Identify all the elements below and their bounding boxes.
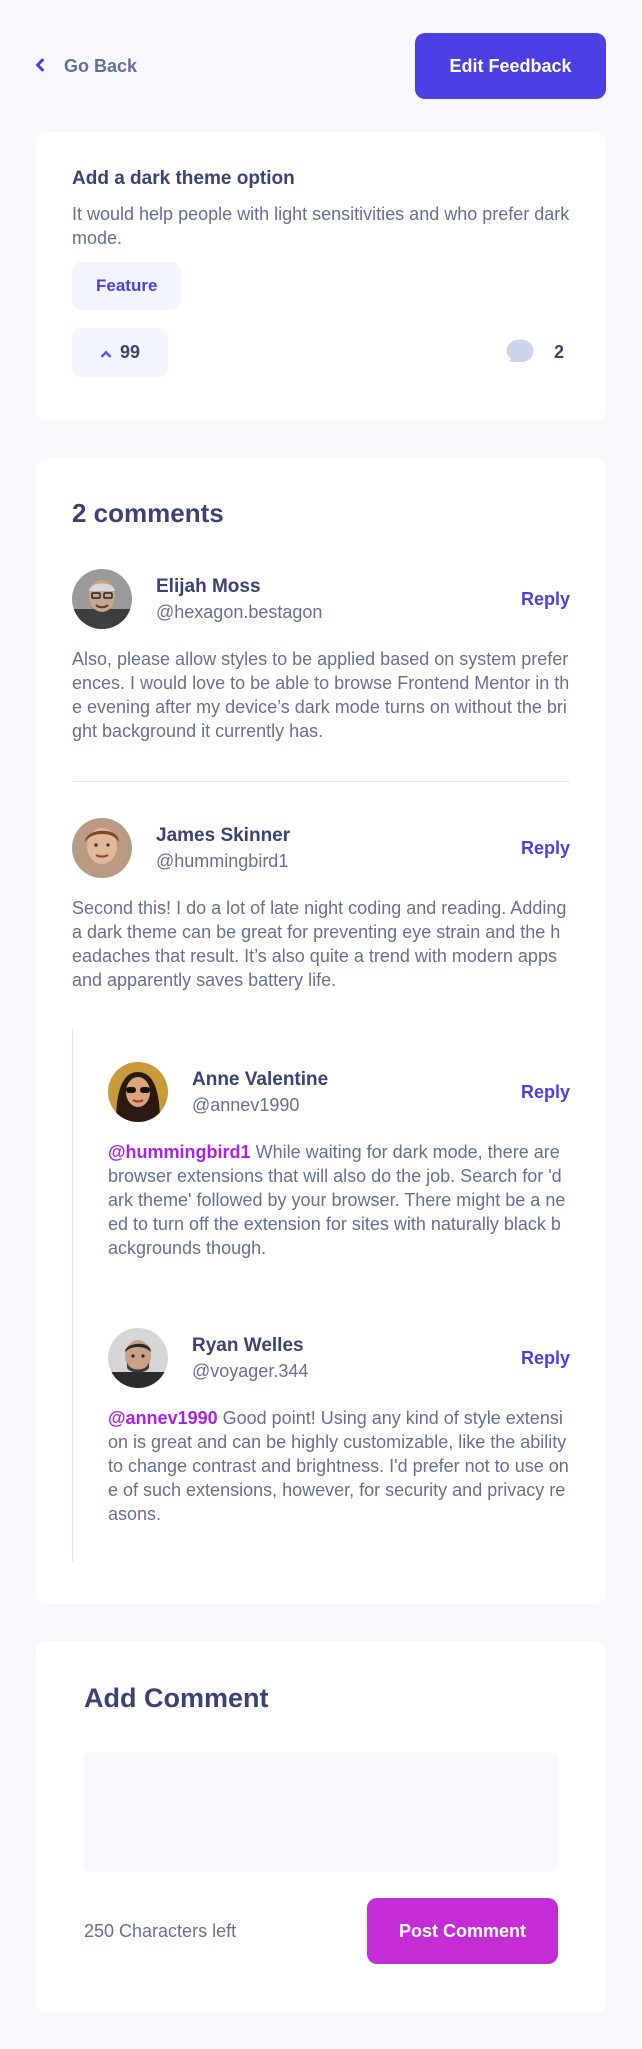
author-username: @hummingbird1 [156, 850, 289, 871]
avatar [72, 569, 132, 629]
mention[interactable]: @annev1990 [108, 1408, 218, 1428]
go-back-label: Go Back [64, 55, 138, 76]
comment-header: James Skinner @hummingbird1 Reply [72, 818, 570, 878]
replies-thread: Anne Valentine @annev1990 Reply @humming… [72, 1028, 570, 1562]
author-name: Ryan Welles [192, 1334, 304, 1356]
feedback-description: It would help people with light sensitiv… [72, 204, 570, 248]
upvote-count: 99 [120, 342, 141, 362]
top-bar: Go Back Edit Feedback [35, 33, 606, 99]
reply-button[interactable]: Reply [521, 1082, 570, 1103]
comments-heading: 2 comments [72, 498, 224, 528]
add-comment-heading: Add Comment [84, 1683, 269, 1713]
comment-body: @hummingbird1 While waiting for dark mod… [108, 1140, 570, 1260]
comment: Elijah Moss @hexagon.bestagon Reply Also… [72, 569, 570, 743]
author-name: James Skinner [156, 824, 291, 846]
post-comment-button[interactable]: Post Comment [367, 1898, 558, 1964]
mention[interactable]: @hummingbird1 [108, 1142, 251, 1162]
author-username: @annev1990 [192, 1094, 300, 1115]
upvote-button[interactable]: 99 [72, 328, 169, 377]
reply-comment: Anne Valentine @annev1990 Reply @humming… [108, 1028, 570, 1260]
feedback-card: Add a dark theme option It would help pe… [36, 132, 606, 421]
avatar [72, 818, 132, 878]
comment-body: Second this! I do a lot of late night co… [72, 898, 567, 990]
divider [72, 781, 570, 782]
comment-header: Anne Valentine @annev1990 Reply [108, 1062, 570, 1122]
comment-author: Anne Valentine @annev1990 [192, 1069, 521, 1116]
category-tag[interactable]: Feature [72, 262, 182, 310]
author-username: @hexagon.bestagon [156, 601, 323, 622]
comment-header: Elijah Moss @hexagon.bestagon Reply [72, 569, 570, 629]
comment-body: @annev1990 Good point! Using any kind of… [108, 1406, 570, 1526]
comment-header: Ryan Welles @voyager.344 Reply [108, 1328, 570, 1388]
comment-count-value: 2 [553, 342, 564, 362]
comment-body: Also, please allow styles to be applied … [72, 649, 570, 741]
author-name: Anne Valentine [192, 1068, 329, 1090]
comment-author: Elijah Moss @hexagon.bestagon [156, 576, 521, 623]
comments-card: 2 comments Elijah Moss @hexagon.bestagon… [36, 458, 606, 1604]
reply-button[interactable]: Reply [521, 838, 570, 859]
go-back-link[interactable]: Go Back [35, 55, 138, 77]
comment: James Skinner @hummingbird1 Reply Second… [72, 818, 570, 1562]
avatar [108, 1328, 168, 1388]
feedback-title: Add a dark theme option [72, 168, 295, 189]
add-comment-footer: 250 Characters left Post Comment [84, 1898, 558, 1964]
comment-textarea[interactable] [84, 1752, 558, 1872]
author-name: Elijah Moss [156, 575, 261, 597]
feedback-footer: 99 2 [72, 328, 570, 377]
comment-author: Ryan Welles @voyager.344 [192, 1335, 521, 1382]
add-comment-card: Add Comment 250 Characters left Post Com… [36, 1641, 606, 2013]
comment-count: 2 [506, 338, 564, 367]
comment-author: James Skinner @hummingbird1 [156, 825, 521, 872]
thread-line [72, 1028, 73, 1562]
chevron-left-icon [35, 56, 46, 77]
speech-bubble-icon [506, 338, 534, 367]
edit-feedback-button[interactable]: Edit Feedback [415, 33, 606, 99]
characters-left: 250 Characters left [84, 1920, 237, 1941]
reply-comment: Ryan Welles @voyager.344 Reply @annev199… [108, 1328, 570, 1526]
reply-button[interactable]: Reply [521, 1348, 570, 1369]
avatar [108, 1062, 168, 1122]
author-username: @voyager.344 [192, 1360, 309, 1381]
chevron-up-icon [100, 342, 112, 363]
reply-button[interactable]: Reply [521, 589, 570, 610]
